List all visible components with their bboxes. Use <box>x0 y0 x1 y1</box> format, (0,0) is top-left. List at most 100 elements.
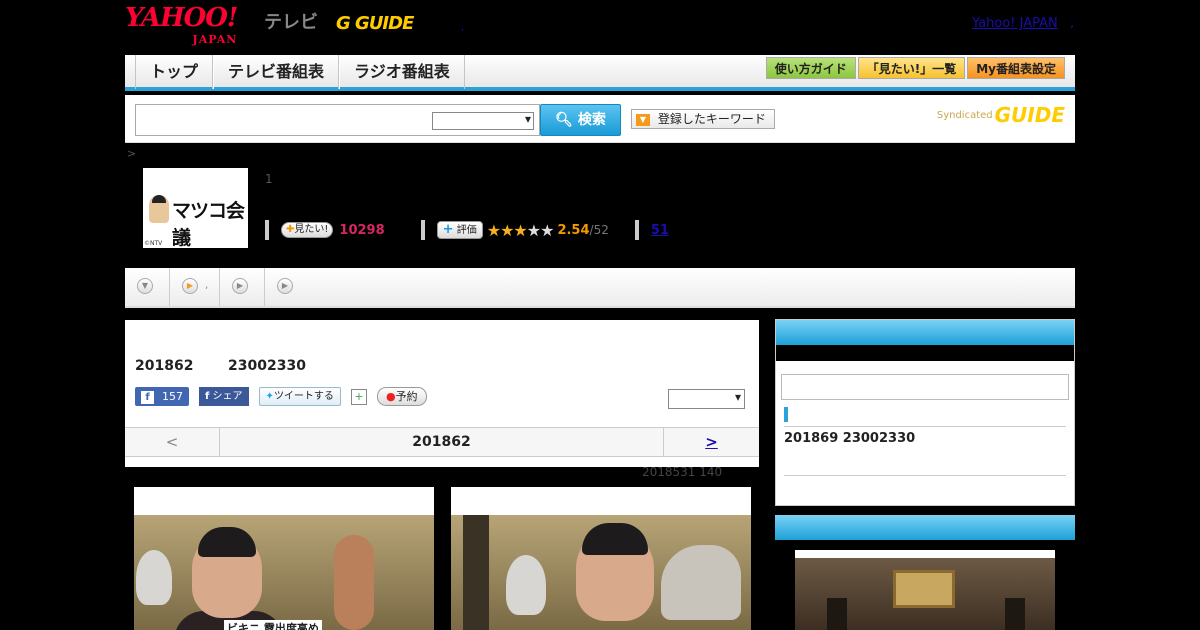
tweet-button[interactable]: ✦ツイートする <box>258 387 341 406</box>
facebook-like-count: 157 <box>162 390 183 403</box>
mitai-list-button[interactable]: 「見たい!」一覧 <box>857 57 966 79</box>
record-icon: ● <box>385 390 396 403</box>
program-tabstrip: ▼ ▶ , ▶ ▶ <box>125 268 1075 308</box>
episode-card: 201862 23002330 f 157 f シェア ✦ツイートする + ●予約… <box>125 320 759 467</box>
nav-tab-radio-listings[interactable]: ラジオ番組表 <box>339 55 465 89</box>
nav-tabs: トップ テレビ番組表 ラジオ番組表 <box>135 55 465 89</box>
photo-image: ビキニ 露出度高め <box>134 515 434 630</box>
star-icon: ★ <box>526 220 541 240</box>
episode-select[interactable] <box>668 389 745 409</box>
facebook-icon: f <box>205 391 210 402</box>
rate-button[interactable]: + 評価 <box>436 221 483 239</box>
section-marker <box>784 407 788 422</box>
statue-shape <box>827 598 847 630</box>
facebook-share-button[interactable]: f シェア <box>199 387 249 406</box>
guide-button[interactable]: 使い方ガイド <box>765 57 856 79</box>
facebook-like-button[interactable]: f 157 <box>135 387 189 406</box>
play-icon: ▶ <box>277 278 293 294</box>
tab-info[interactable]: ▼ <box>125 268 170 306</box>
photo-image <box>451 515 751 630</box>
sidebar-header <box>776 320 1074 345</box>
host-illustration <box>149 195 169 223</box>
facebook-share-label: シェア <box>212 391 243 402</box>
reserve-button[interactable]: ●予約 <box>376 387 427 406</box>
nav-buttons: 使い方ガイド 「見たい!」一覧 My番組表設定 <box>765 57 1065 79</box>
rating-value: 2.54 <box>557 222 590 238</box>
sidebar-header <box>775 515 1075 540</box>
mitai-label: 見たい! <box>294 224 329 235</box>
related-image[interactable] <box>795 550 1055 630</box>
link-separator: , <box>1070 16 1075 31</box>
reviews-link[interactable]: 51 <box>651 223 669 238</box>
episode-pager: < 201862 > <box>125 427 759 457</box>
search-button[interactable]: 🔍︎ 検索 <box>540 104 621 136</box>
tweet-label: ツイートする <box>273 391 334 402</box>
gguide-logo-text: G GUIDE <box>336 13 414 34</box>
reserve-label: 予約 <box>395 390 418 403</box>
program-stats: ✚見たい! 10298 + 評価 ★★★★★ 2.54 /52 51 <box>265 220 669 240</box>
nav-tab-tv-listings[interactable]: テレビ番組表 <box>213 55 340 89</box>
rating-stars: ★★★★★ <box>486 220 555 240</box>
syndicated-logo: Syndicated GUIDE <box>937 103 1065 127</box>
tab-third[interactable]: ▶ <box>220 268 265 306</box>
thumbnail-copyright: ©NTV <box>144 240 163 247</box>
episode-photo-2[interactable] <box>451 487 751 630</box>
host-face-shape <box>576 523 654 621</box>
tab-episodes[interactable]: ▶ , <box>170 268 220 306</box>
star-icon: ★ <box>540 220 554 240</box>
sidebar-next-airing: 201869 23002330 <box>775 319 1075 506</box>
divider <box>634 220 639 240</box>
rating-total: /52 <box>589 223 609 237</box>
episode-photo-1[interactable]: ビキニ 露出度高め <box>134 487 434 630</box>
sidebar-subheader <box>776 345 1074 361</box>
mitai-count: 10298 <box>339 222 385 238</box>
episode-date: 201862 <box>135 358 194 374</box>
next-airing-info: 201869 23002330 <box>784 431 916 446</box>
statue-shape <box>1005 598 1025 630</box>
syndicated-text: Syndicated <box>936 109 993 121</box>
add-icon[interactable]: + <box>350 388 367 405</box>
facebook-icon: f <box>141 391 154 404</box>
updated-timestamp: 2018531 140 <box>642 465 723 479</box>
photo-caption: ビキニ 露出度高め <box>224 620 322 630</box>
twitter-icon: ✦ <box>265 391 274 402</box>
vase-shape <box>136 550 172 605</box>
sidebar-search-input[interactable] <box>781 374 1069 400</box>
nav-tab-top[interactable]: トップ <box>135 55 214 89</box>
my-listings-button[interactable]: My番組表設定 <box>967 57 1065 79</box>
divider <box>784 426 1066 427</box>
next-episode-link[interactable]: > <box>663 428 759 456</box>
syndicated-gguide: GUIDE <box>994 103 1065 127</box>
prev-episode-button[interactable]: < <box>125 428 220 456</box>
search-category-select[interactable] <box>432 112 534 130</box>
search-area: 🔍︎ 検索 ▼ 登録したキーワード Syndicated GUIDE <box>125 95 1075 143</box>
divider <box>420 220 425 240</box>
plus-icon: + <box>442 222 454 237</box>
mitai-button[interactable]: ✚見たい! <box>281 222 334 238</box>
host-face-shape <box>192 527 262 618</box>
social-buttons: f 157 f シェア ✦ツイートする + ●予約 <box>135 387 427 406</box>
painting-shape <box>893 570 955 608</box>
tab-episodes-label: , <box>205 280 209 291</box>
divider <box>784 475 1066 476</box>
yahoo-japan-link[interactable]: Yahoo! JAPAN <box>972 16 1058 31</box>
yahoo-japan-logo[interactable]: YAHOO! JAPAN <box>125 5 238 52</box>
rate-label: 評価 <box>456 225 477 236</box>
saved-keywords-button[interactable]: ▼ 登録したキーワード <box>631 109 775 129</box>
saved-keywords-label: 登録したキーワード <box>657 112 766 126</box>
breadcrumb[interactable]: > <box>127 147 136 160</box>
lion-statue-shape <box>661 545 741 620</box>
program-logo-title: マツコ会議 <box>172 200 245 249</box>
page: YAHOO! JAPAN テレビ G GUIDE , Yahoo! JAPAN … <box>0 0 1200 630</box>
program-thumbnail: マツコ会議 ©NTV <box>143 168 248 249</box>
search-icon: 🔍︎ <box>555 112 573 128</box>
episode-time: 23002330 <box>228 358 306 374</box>
vase-shape <box>506 555 546 615</box>
tv-label[interactable]: テレビ <box>264 8 318 34</box>
play-icon: ▶ <box>232 278 248 294</box>
gguide-logo[interactable]: G GUIDE <box>336 6 414 36</box>
tab-fourth[interactable]: ▶ <box>265 268 310 306</box>
chevron-down-icon: ▼ <box>137 278 153 294</box>
star-icon: ★ <box>486 220 501 240</box>
chevron-down-icon: ▼ <box>636 113 650 126</box>
